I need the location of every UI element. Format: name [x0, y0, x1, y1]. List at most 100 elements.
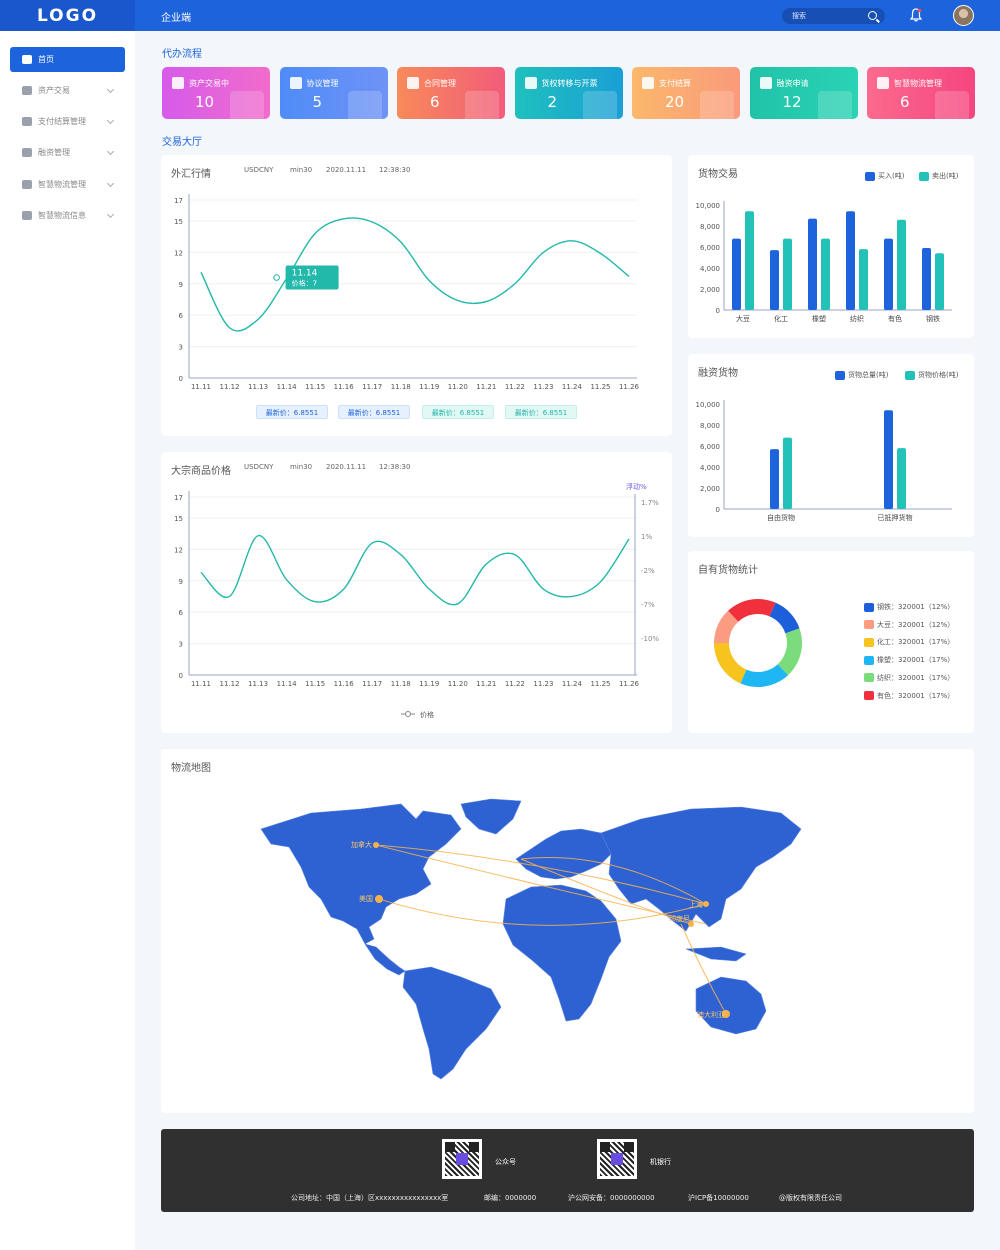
y-tick-label: 3 — [179, 344, 183, 352]
bar[interactable] — [935, 253, 944, 310]
search-box[interactable] — [782, 8, 885, 24]
x-tick-label: 11.18 — [391, 680, 411, 688]
commodity-line-chart[interactable]: 0 3 6 9 12 15 17 11.11 11.12 11.13 11.14 11.15 11.16… — [161, 452, 672, 733]
bar[interactable] — [808, 218, 817, 310]
x-tick-label: 自由货物 — [767, 513, 795, 522]
sidebar-item-label: 资产交易 — [38, 86, 70, 95]
bar[interactable] — [732, 238, 741, 310]
section-title-todo: 代办流程 — [162, 49, 202, 60]
y-tick-label: 15 — [174, 218, 183, 226]
sidebar-item-logistics-info[interactable]: 智慧物流信息 — [10, 203, 125, 228]
bar[interactable] — [922, 248, 931, 310]
bar[interactable] — [770, 250, 779, 310]
finance-goods-bar-chart[interactable]: 0 2,000 4,000 6,000 8,000 10,000 自由货物 已抵押货物 — [688, 354, 974, 537]
todo-card[interactable]: 合同管理 6 — [397, 67, 505, 119]
own-goods-donut-chart[interactable] — [688, 551, 848, 733]
chevron-down-icon — [106, 147, 115, 156]
latest-price-pill[interactable]: 最新价：6.8551 — [338, 405, 410, 419]
latest-price-pill[interactable]: 最新价：6.8551 — [505, 405, 577, 419]
goods-trade-bar-chart[interactable]: 0 2,000 4,000 6,000 8,000 10,000 大豆 化工 橡塑 纺织 有色 钢铁 — [688, 155, 974, 338]
x-tick-label: 11.13 — [248, 383, 268, 391]
card-count: 2 — [547, 93, 558, 111]
y-tick-label: 12 — [174, 546, 183, 554]
qr-code-mobile-bank[interactable] — [597, 1139, 637, 1179]
x-tick-label: 11.20 — [448, 680, 468, 688]
qr-logo — [456, 1153, 468, 1165]
x-tick-label: 纺织 — [850, 314, 864, 323]
map-marker[interactable] — [375, 895, 383, 903]
payment-icon — [642, 77, 654, 89]
bar[interactable] — [897, 219, 906, 310]
legend-label[interactable]: 价格 — [420, 710, 434, 719]
section-title-hall: 交易大厅 — [162, 137, 202, 148]
sidebar-item-label: 智慧物流信息 — [38, 211, 86, 220]
search-input[interactable] — [792, 12, 862, 20]
latest-price-pill[interactable]: 最新价：6.8551 — [256, 405, 328, 419]
bar[interactable] — [846, 211, 855, 310]
qr-code-official-account[interactable] — [442, 1139, 482, 1179]
sidebar-item-finance[interactable]: 融资管理 — [10, 140, 125, 165]
right-tick-label: 1.7% — [641, 499, 659, 507]
pie-legend-item[interactable]: 有色：320001（17%） — [864, 691, 954, 701]
right-tick-label: -7% — [641, 601, 655, 609]
pie-slice[interactable] — [769, 602, 800, 634]
tooltip-point[interactable] — [273, 274, 280, 281]
card-label: 合同管理 — [424, 79, 456, 88]
todo-card[interactable]: 支付结算 20 — [632, 67, 740, 119]
bar[interactable] — [783, 238, 792, 310]
map-marker[interactable] — [703, 901, 709, 907]
todo-card[interactable]: 融资申请 12 — [749, 67, 858, 119]
sidebar-item-payment[interactable]: 支付结算管理 — [10, 109, 125, 134]
pie-legend-item[interactable]: 钢铁：320001（12%） — [864, 602, 954, 612]
card-count: 6 — [900, 93, 910, 111]
pie-slice[interactable] — [740, 664, 788, 687]
pie-legend-item[interactable]: 纺织：320001（17%） — [864, 673, 954, 683]
pie-legend-item[interactable]: 大豆：320001（12%） — [864, 620, 954, 630]
sidebar-item-asset-trade[interactable]: 资产交易 — [10, 78, 125, 103]
x-tick-label: 11.13 — [248, 680, 268, 688]
bar[interactable] — [859, 249, 868, 310]
world-map[interactable]: 加拿大 美国 上海 印度尼 澳大利亚 — [161, 749, 974, 1113]
search-icon[interactable] — [868, 11, 877, 20]
bar[interactable] — [897, 448, 906, 509]
pie-slice[interactable] — [728, 599, 776, 622]
legend-swatch — [864, 602, 874, 612]
forex-panel: 外汇行情 USDCNY min30 2020.11.11 12:38:30 03… — [161, 155, 672, 436]
truck-icon — [22, 211, 32, 220]
pie-slice[interactable] — [714, 642, 747, 684]
bell-icon[interactable] — [910, 8, 922, 22]
x-tick-label: 橡塑 — [812, 314, 826, 323]
todo-card[interactable]: 资产交易中 10 — [162, 67, 270, 119]
y-tick-label: 15 — [174, 515, 183, 523]
map-marker[interactable] — [373, 842, 379, 848]
x-tick-label: 11.24 — [562, 680, 583, 688]
todo-card[interactable]: 智慧物流管理 6 — [867, 67, 975, 119]
map-label: 印度尼 — [669, 914, 690, 923]
pie-legend-item[interactable]: 化工：320001（17%） — [864, 637, 954, 647]
bar[interactable] — [783, 437, 792, 509]
sidebar: 首页 资产交易 支付结算管理 融资管理 智慧物流管理 智慧物流信息 — [0, 31, 135, 1250]
todo-card[interactable]: 协议管理 5 — [279, 67, 388, 119]
avatar[interactable] — [953, 5, 974, 26]
bar[interactable] — [884, 238, 893, 310]
logo[interactable]: LOGO — [0, 0, 135, 31]
footer-address: 公司地址：中国（上海）区xxxxxxxxxxxxxxxx室 — [291, 1194, 449, 1202]
right-tick-label: -2% — [641, 567, 655, 575]
footer: 公众号 机银行 公司地址：中国（上海）区xxxxxxxxxxxxxxxx室 邮编… — [161, 1129, 974, 1212]
bar[interactable] — [884, 410, 893, 509]
pie-legend-item[interactable]: 橡塑：320001（17%） — [864, 655, 954, 665]
x-tick-label: 11.21 — [476, 680, 496, 688]
card-count: 12 — [782, 93, 802, 111]
bar[interactable] — [745, 211, 754, 310]
latest-price-pill[interactable]: 最新价：6.8551 — [422, 405, 494, 419]
sidebar-item-logistics-manage[interactable]: 智慧物流管理 — [10, 172, 125, 197]
todo-card[interactable]: 货权转移与开票 2 — [514, 67, 623, 119]
sidebar-item-home[interactable]: 首页 — [10, 47, 125, 72]
bar[interactable] — [770, 449, 779, 509]
forex-line-chart[interactable]: 0 3 6 9 12 15 17 11.11 11.12 11.13 11.14 11.15 11.16… — [161, 155, 672, 400]
y-tick-label: 2,000 — [700, 485, 720, 493]
card-count: 6 — [430, 93, 440, 111]
x-tick-label: 11.18 — [391, 383, 411, 391]
map-label: 加拿大 — [351, 840, 372, 849]
bar[interactable] — [821, 238, 830, 310]
